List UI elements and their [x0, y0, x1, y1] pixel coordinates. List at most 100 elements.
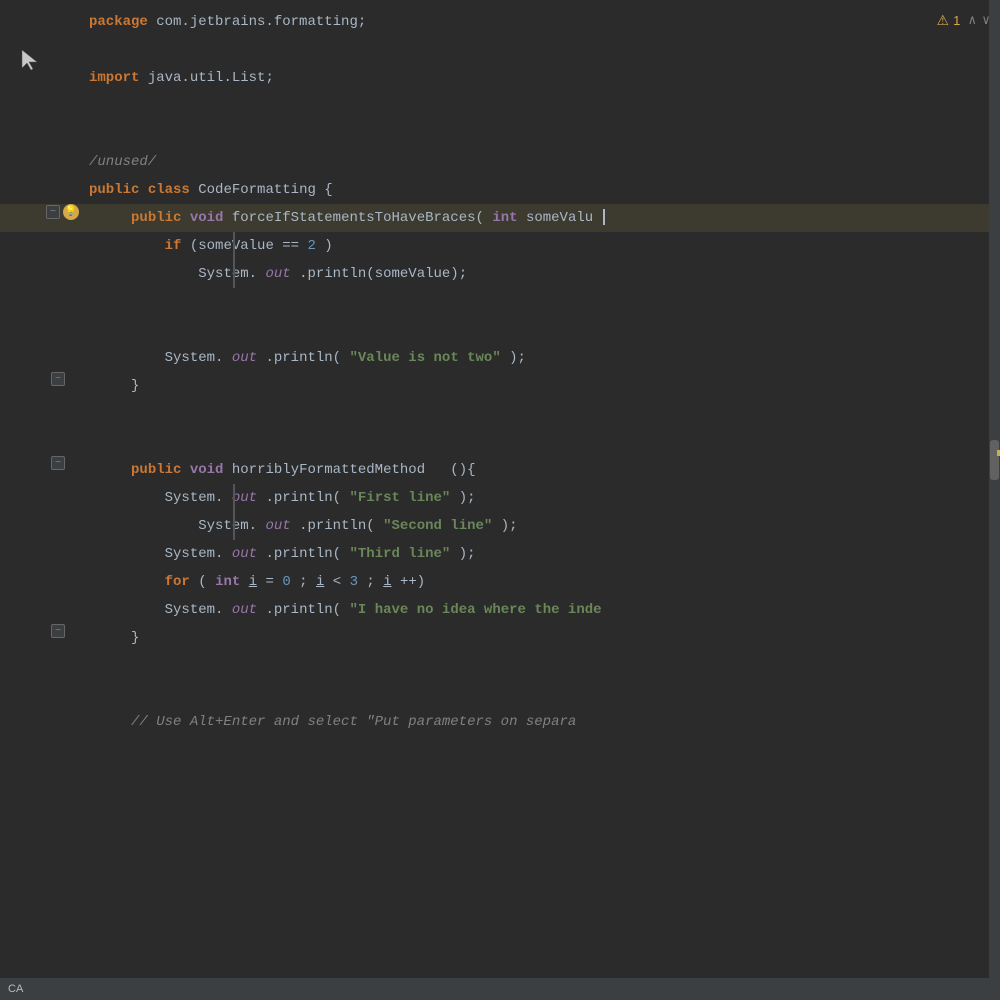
- code-line: for ( int i = 0 ; i < 3 ; i ++): [0, 568, 1000, 596]
- code-content: }: [85, 372, 1000, 400]
- keyword: class: [148, 182, 190, 198]
- keyword-for: for: [165, 574, 190, 590]
- indent-guide: [233, 492, 235, 540]
- code-content: import java.util.List;: [85, 64, 1000, 92]
- fold-icon[interactable]: −: [51, 456, 65, 470]
- scrollbar-track: [989, 0, 1000, 1000]
- code-content: for ( int i = 0 ; i < 3 ; i ++): [85, 568, 1000, 596]
- plain-text: .println(: [265, 602, 341, 618]
- gutter: −: [0, 624, 85, 638]
- plain-text: CodeFormatting {: [198, 182, 332, 198]
- indent: [89, 238, 156, 254]
- code-line: [0, 652, 1000, 680]
- code-line: [0, 428, 1000, 456]
- code-line: System. out .println( "Value is not two"…: [0, 344, 1000, 372]
- method-out: out: [265, 518, 290, 534]
- code-line: import java.util.List;: [0, 64, 1000, 92]
- indent: [89, 462, 123, 478]
- gutter: −: [0, 456, 85, 470]
- plain-text: ;: [299, 574, 316, 590]
- keyword-int: int: [492, 210, 517, 226]
- string-literal: "Second line": [383, 518, 492, 534]
- method-out: out: [232, 490, 257, 506]
- plain-text: System.: [165, 490, 224, 506]
- plain-text: ++): [400, 574, 425, 590]
- indent: [89, 518, 190, 534]
- code-content: System. out .println(someValue);: [85, 260, 1000, 288]
- status-bar: CA: [0, 978, 1000, 1000]
- plain-text: .println(: [265, 546, 341, 562]
- keyword-if: if: [165, 238, 182, 254]
- method-out: out: [265, 266, 290, 282]
- keyword: public: [131, 462, 181, 478]
- indent: [89, 574, 156, 590]
- indent: [89, 350, 156, 366]
- scrollbar-thumb[interactable]: [990, 440, 999, 480]
- code-line: [0, 92, 1000, 120]
- ca-label: CA: [8, 983, 23, 995]
- code-line: System. out .println( "First line" );: [0, 484, 1000, 512]
- plain-text: (: [198, 574, 206, 590]
- keyword-void: void: [190, 210, 224, 226]
- plain-text: ;: [366, 574, 383, 590]
- method-out: out: [232, 602, 257, 618]
- string-literal: "First line": [350, 490, 451, 506]
- fold-icon[interactable]: −: [51, 372, 65, 386]
- code-line: [0, 316, 1000, 344]
- keyword-int: int: [215, 574, 240, 590]
- code-line: − public void horriblyFormattedMethod ()…: [0, 456, 1000, 484]
- plain-text: );: [459, 546, 476, 562]
- indent: [89, 546, 156, 562]
- plain-text: System.: [165, 546, 224, 562]
- plain-text: }: [131, 630, 139, 646]
- indent: [89, 630, 123, 646]
- plain-text: System.: [165, 602, 224, 618]
- fold-icon[interactable]: −: [51, 624, 65, 638]
- plain-text: .println(: [265, 490, 341, 506]
- code-content: }: [85, 624, 1000, 652]
- code-content: System. out .println( "I have no idea wh…: [85, 596, 1000, 624]
- code-line: package com.jetbrains.formatting;: [0, 8, 1000, 36]
- code-line: [0, 680, 1000, 708]
- highlighted-code-line: − 💡 public void forceIfStatementsToHaveB…: [0, 204, 1000, 232]
- comment-text: // Use Alt+Enter and select "Put paramet…: [131, 714, 576, 730]
- string-literal: "Third line": [350, 546, 451, 562]
- code-line: − }: [0, 372, 1000, 400]
- code-line: if (someValue == 2 ): [0, 232, 1000, 260]
- indent: [89, 378, 123, 394]
- var-i2: i: [316, 574, 324, 590]
- method-out: out: [232, 546, 257, 562]
- code-line: − }: [0, 624, 1000, 652]
- plain-text: System.: [165, 350, 224, 366]
- keyword: public: [131, 210, 181, 226]
- indent: [89, 210, 123, 226]
- code-line: // Use Alt+Enter and select "Put paramet…: [0, 708, 1000, 736]
- indent: [89, 714, 123, 730]
- path-text: /unused/: [89, 154, 156, 170]
- code-line: [0, 288, 1000, 316]
- code-content: package com.jetbrains.formatting;: [85, 8, 1000, 36]
- code-line: [0, 36, 1000, 64]
- plain-text: java.util.List;: [148, 70, 274, 86]
- keyword-void: void: [190, 462, 224, 478]
- number: 0: [282, 574, 290, 590]
- plain-text: .println(: [299, 518, 375, 534]
- keyword: import: [89, 70, 139, 86]
- plain-text: }: [131, 378, 139, 394]
- plain-text: .println(: [265, 350, 341, 366]
- code-content: public void horriblyFormattedMethod (){: [85, 456, 1000, 484]
- code-line: [0, 120, 1000, 148]
- plain-text: );: [509, 350, 526, 366]
- code-content: public class CodeFormatting {: [85, 176, 1000, 204]
- plain-text: com.jetbrains.formatting;: [156, 14, 366, 30]
- number: 2: [307, 238, 315, 254]
- indent: [89, 602, 156, 618]
- bulb-icon[interactable]: 💡: [63, 204, 79, 220]
- editor-container: ⚠ 1 ∧ ∨ package com.jetbrains.formatting…: [0, 0, 1000, 1000]
- plain-text: System.: [198, 518, 257, 534]
- plain-text: System.: [198, 266, 257, 282]
- fold-icon[interactable]: −: [46, 205, 60, 219]
- code-content: /unused/: [85, 148, 1000, 176]
- code-area: package com.jetbrains.formatting; import…: [0, 0, 1000, 1000]
- string-literal: "I have no idea where the inde: [350, 602, 602, 618]
